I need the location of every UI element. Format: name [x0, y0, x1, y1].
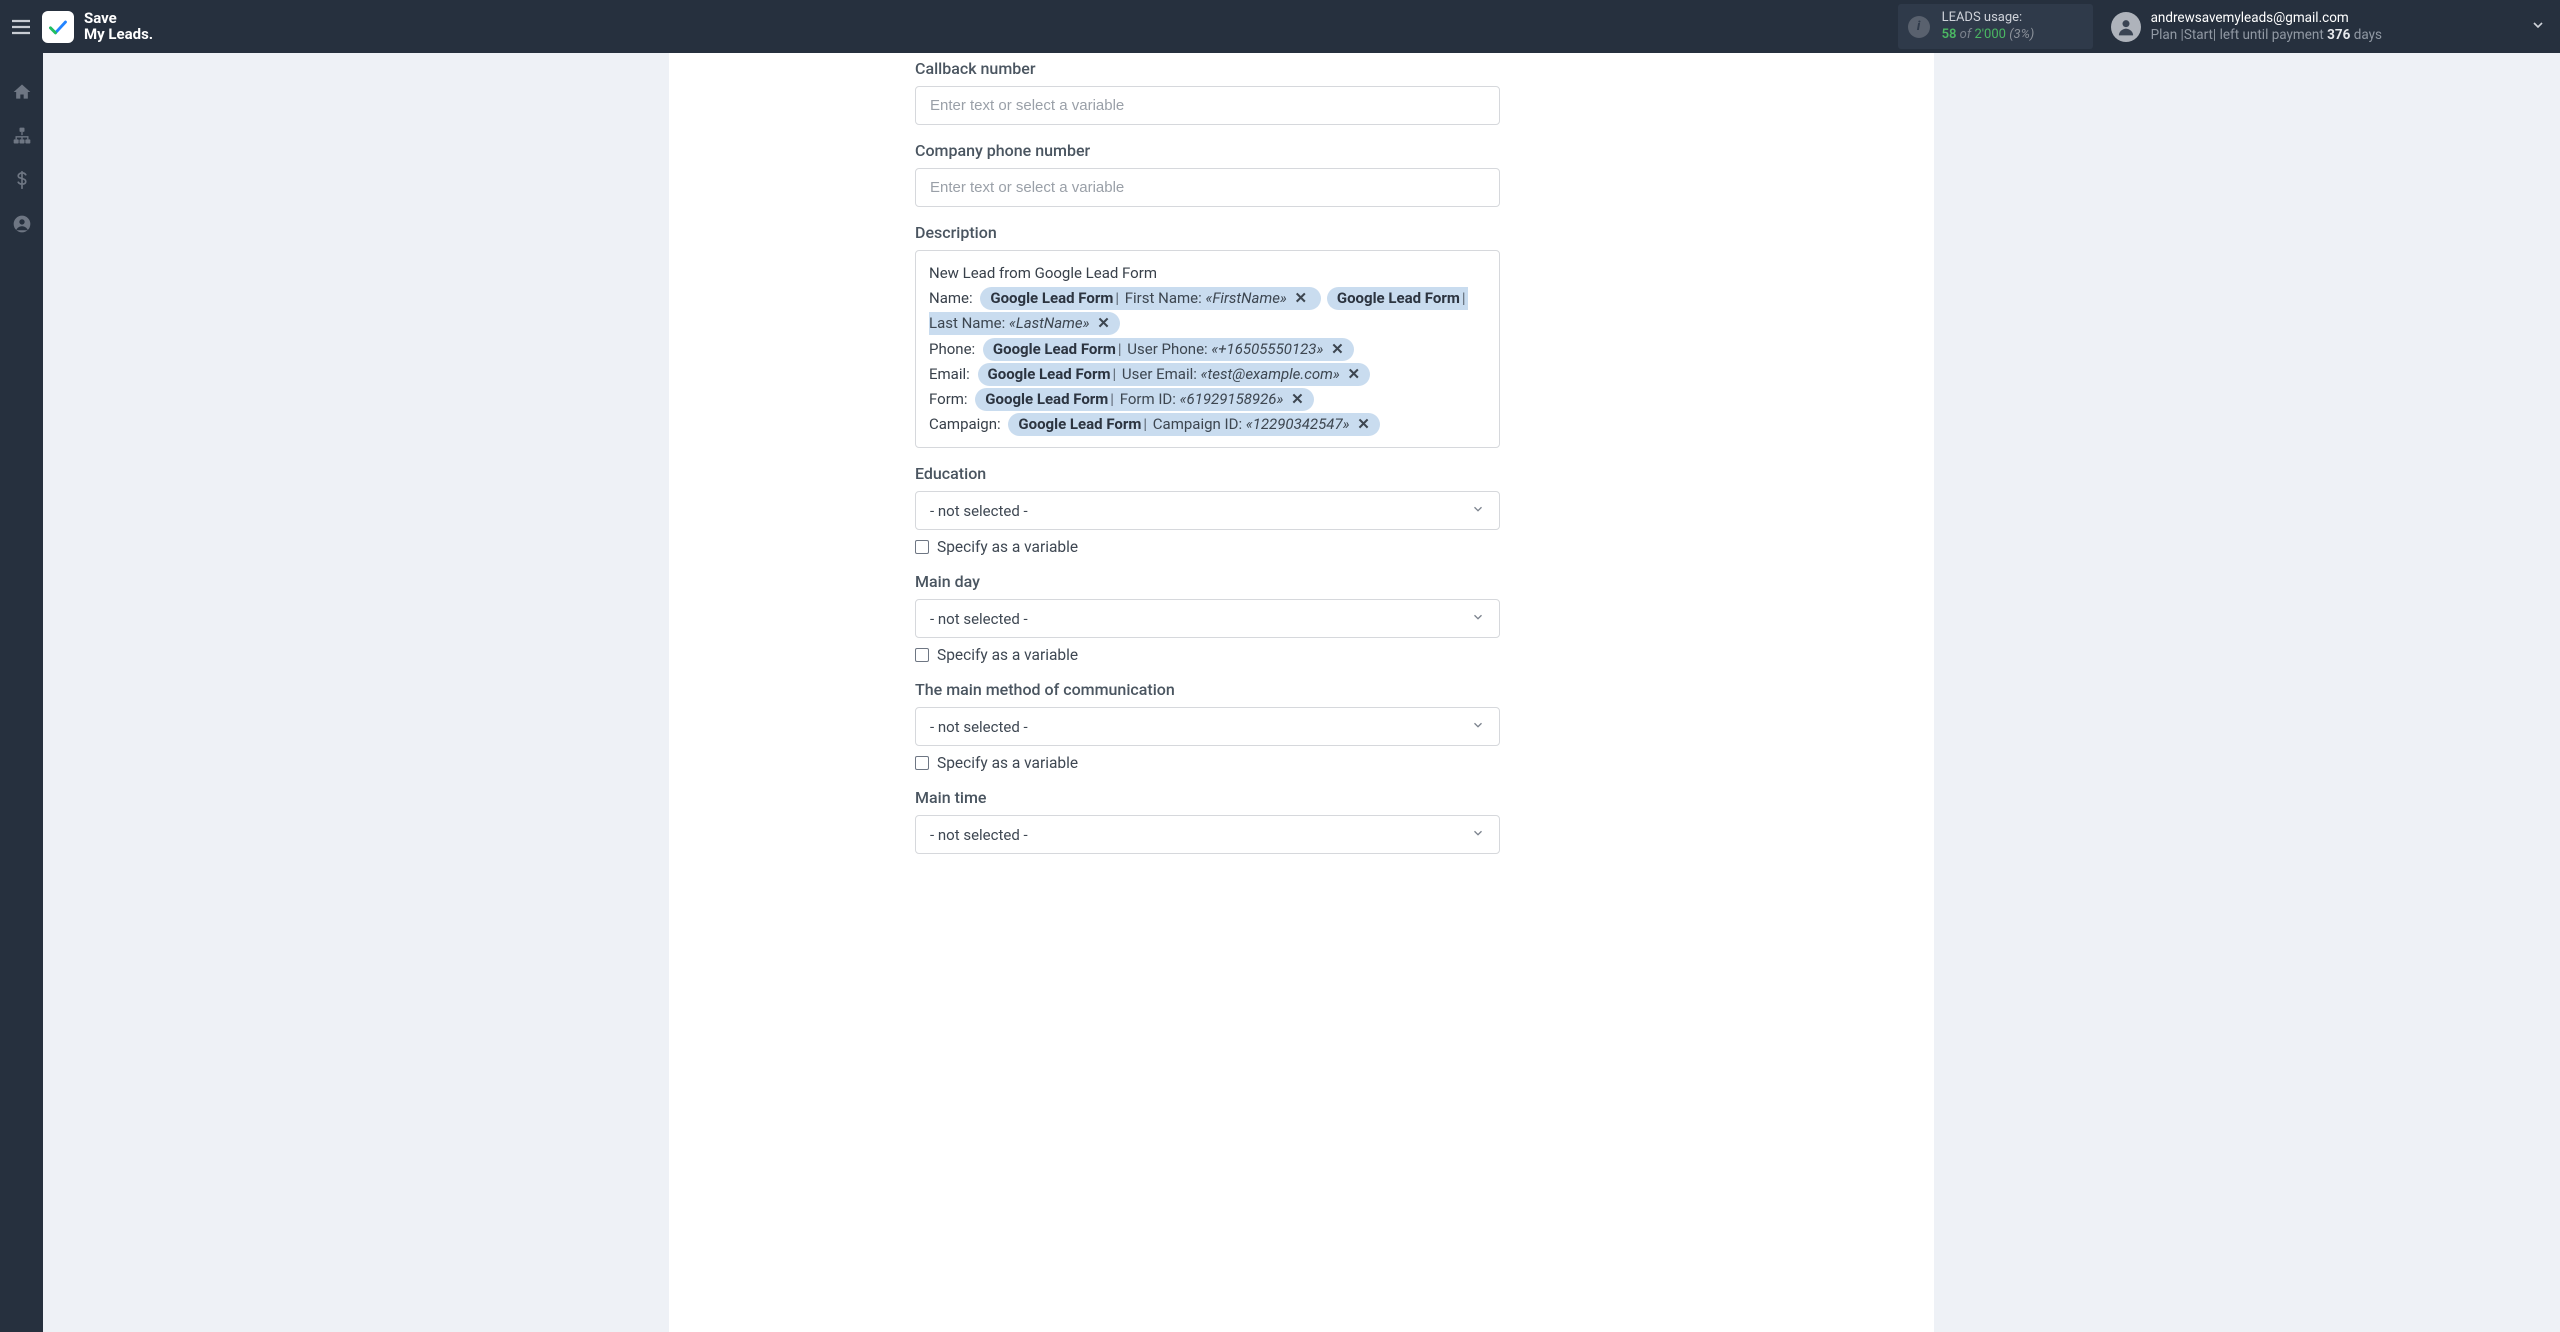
logo-mark[interactable] — [42, 11, 74, 43]
chip-phone[interactable]: Google Lead Form| User Phone: «+16505550… — [983, 338, 1354, 361]
chip-first-name[interactable]: Google Lead Form| First Name: «FirstName… — [980, 287, 1321, 310]
chip-email[interactable]: Google Lead Form| User Email: «test@exam… — [978, 363, 1371, 386]
sidebar — [0, 53, 43, 1332]
chip-remove-icon[interactable]: ✕ — [1353, 415, 1370, 433]
account-dropdown-toggle[interactable] — [2530, 17, 2546, 37]
hamburger-icon — [11, 19, 31, 35]
education-var-label: Specify as a variable — [937, 538, 1078, 556]
logo-text[interactable]: Save My Leads. — [84, 11, 153, 43]
chip-remove-icon[interactable]: ✕ — [1291, 289, 1308, 307]
company-phone-input[interactable] — [915, 168, 1500, 207]
top-bar: Save My Leads. i LEADS usage: 58 of 2'00… — [0, 0, 2560, 53]
sitemap-icon — [12, 126, 32, 146]
description-label: Description — [915, 223, 1500, 242]
row-form-label: Form: — [929, 390, 968, 408]
maintime-label: Main time — [915, 788, 1500, 807]
checkbox-icon — [915, 756, 929, 770]
chip-campaign-id[interactable]: Google Lead Form| Campaign ID: «12290342… — [1008, 413, 1379, 436]
checkmark-icon — [48, 17, 68, 37]
chip-form-id[interactable]: Google Lead Form| Form ID: «61929158926»… — [975, 388, 1313, 411]
education-var-check[interactable]: Specify as a variable — [915, 530, 1500, 556]
chip-remove-icon[interactable]: ✕ — [1287, 390, 1304, 408]
mainday-var-label: Specify as a variable — [937, 646, 1078, 664]
mainday-label: Main day — [915, 572, 1500, 591]
mainday-select[interactable]: - not selected - — [915, 599, 1500, 638]
row-campaign-label: Campaign: — [929, 415, 1001, 433]
nav-billing[interactable] — [11, 169, 33, 191]
comm-label: The main method of communication — [915, 680, 1500, 699]
chevron-down-icon — [1471, 610, 1485, 624]
form-card: Callback number Company phone number Des… — [669, 53, 1934, 1332]
checkbox-icon — [915, 648, 929, 662]
row-name-label: Name: — [929, 289, 973, 307]
callback-label: Callback number — [915, 59, 1500, 78]
education-value: - not selected - — [930, 502, 1028, 520]
description-box[interactable]: New Lead from Google Lead Form Name: Goo… — [915, 250, 1500, 448]
chevron-down-icon — [1471, 718, 1485, 732]
info-icon: i — [1908, 16, 1930, 38]
checkbox-icon — [915, 540, 929, 554]
user-plan: Plan |Start| left until payment 376 days — [2151, 27, 2382, 43]
education-select[interactable]: - not selected - — [915, 491, 1500, 530]
comm-var-check[interactable]: Specify as a variable — [915, 746, 1500, 772]
menu-toggle[interactable] — [8, 14, 34, 40]
mainday-value: - not selected - — [930, 610, 1028, 628]
leads-title: LEADS usage: — [1942, 10, 2035, 26]
user-menu[interactable]: andrewsavemyleads@gmail.com Plan |Start|… — [2111, 10, 2382, 42]
comm-select[interactable]: - not selected - — [915, 707, 1500, 746]
nav-home[interactable] — [11, 81, 33, 103]
row-email-label: Email: — [929, 365, 970, 383]
home-icon — [12, 82, 32, 102]
maintime-select[interactable]: - not selected - — [915, 815, 1500, 854]
dollar-icon — [13, 171, 31, 189]
chevron-down-icon — [1471, 826, 1485, 840]
maintime-value: - not selected - — [930, 826, 1028, 844]
chip-remove-icon[interactable]: ✕ — [1327, 340, 1344, 358]
comm-var-label: Specify as a variable — [937, 754, 1078, 772]
leads-of: of — [1960, 27, 1972, 42]
company-phone-label: Company phone number — [915, 141, 1500, 160]
callback-input[interactable] — [915, 86, 1500, 125]
chevron-down-icon — [2530, 17, 2546, 33]
page: Callback number Company phone number Des… — [43, 53, 2560, 1332]
user-icon — [2116, 17, 2136, 37]
chevron-down-icon — [1471, 502, 1485, 516]
mainday-var-check[interactable]: Specify as a variable — [915, 638, 1500, 664]
user-circle-icon — [12, 214, 32, 234]
chip-remove-icon[interactable]: ✕ — [1093, 314, 1110, 332]
avatar — [2111, 12, 2141, 42]
user-email: andrewsavemyleads@gmail.com — [2151, 10, 2382, 26]
row-phone-label: Phone: — [929, 340, 975, 358]
leads-used: 58 — [1942, 27, 1957, 42]
comm-value: - not selected - — [930, 718, 1028, 736]
nav-account[interactable] — [11, 213, 33, 235]
chip-remove-icon[interactable]: ✕ — [1344, 365, 1361, 383]
logo-line2: My Leads. — [84, 27, 153, 43]
leads-total: 2'000 — [1974, 27, 2006, 42]
nav-integrations[interactable] — [11, 125, 33, 147]
desc-top-line: New Lead from Google Lead Form — [929, 261, 1486, 286]
leads-pct: (3%) — [2009, 27, 2034, 42]
education-label: Education — [915, 464, 1500, 483]
leads-usage-box[interactable]: i LEADS usage: 58 of 2'000 (3%) — [1898, 4, 2093, 49]
